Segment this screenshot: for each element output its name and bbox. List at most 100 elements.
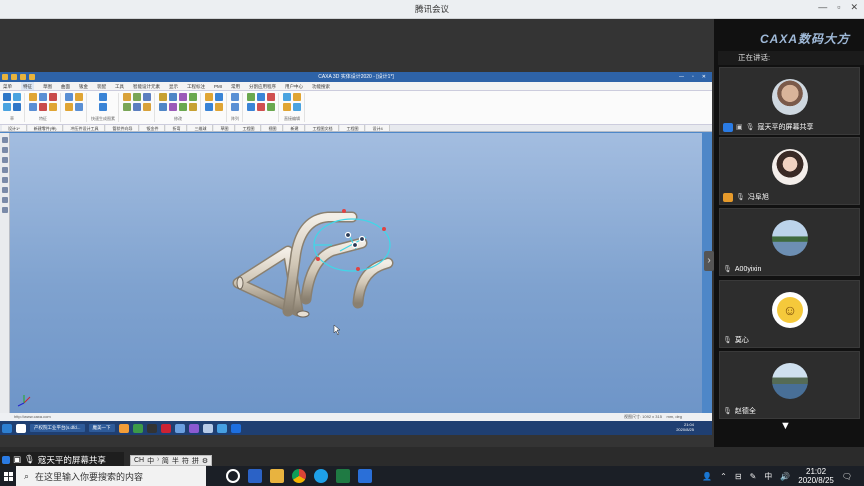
ribbon-tool-icon[interactable] bbox=[123, 103, 131, 111]
ribbon-tool-icon[interactable] bbox=[293, 93, 301, 101]
inner-camera-icon[interactable] bbox=[146, 423, 157, 433]
ribbon-tool-icon[interactable] bbox=[133, 93, 141, 101]
ime-item[interactable]: CH bbox=[134, 457, 144, 464]
ribbon-tool-icon[interactable] bbox=[215, 93, 223, 101]
pipe-model[interactable] bbox=[232, 211, 394, 318]
cad-close-icon[interactable]: ✕ bbox=[702, 72, 706, 82]
ribbon-tool-icon[interactable] bbox=[257, 93, 265, 101]
left-tool-icon[interactable] bbox=[2, 147, 8, 153]
redo-icon[interactable] bbox=[29, 74, 35, 80]
ribbon-tool-icon[interactable] bbox=[3, 103, 11, 111]
user-tray-icon[interactable]: 👤 bbox=[702, 472, 712, 481]
participant-card[interactable]: 🎙 冯阜旭 bbox=[719, 137, 860, 205]
left-tool-icon[interactable] bbox=[2, 177, 8, 183]
doc-tab[interactable]: 管状件向导 bbox=[106, 125, 140, 131]
left-tool-icon[interactable] bbox=[2, 137, 8, 143]
undo-icon[interactable] bbox=[20, 74, 26, 80]
edge-icon[interactable] bbox=[314, 469, 328, 483]
cad-menu-item[interactable]: 工具 bbox=[115, 82, 124, 90]
doc-tab[interactable]: 冲压件设计工具 bbox=[64, 125, 106, 131]
ribbon-tool-icon[interactable] bbox=[293, 103, 301, 111]
ribbon-tool-icon[interactable] bbox=[143, 93, 151, 101]
notification-icon[interactable]: 🗨 bbox=[842, 472, 852, 481]
ribbon-tool-icon[interactable] bbox=[49, 103, 57, 111]
cad-menu-item[interactable]: 菜单 bbox=[3, 82, 12, 90]
ribbon-tool-icon[interactable] bbox=[205, 93, 213, 101]
ime-item[interactable]: 半 bbox=[172, 456, 179, 466]
ribbon-tool-icon[interactable] bbox=[283, 103, 291, 111]
volume-icon[interactable]: 🔊 bbox=[780, 472, 790, 481]
cad-min-icon[interactable]: — bbox=[679, 72, 684, 82]
ribbon-tool-icon[interactable] bbox=[49, 93, 57, 101]
participant-card[interactable]: 🎙 A00yixin bbox=[719, 208, 860, 276]
doc-tab[interactable]: 三维球 bbox=[188, 125, 214, 131]
file-explorer-icon[interactable] bbox=[270, 469, 284, 483]
save-icon[interactable] bbox=[11, 74, 17, 80]
participant-card[interactable]: 🎙 赵德全 bbox=[719, 351, 860, 419]
ribbon-tool-icon[interactable] bbox=[159, 103, 167, 111]
ribbon-tool-icon[interactable] bbox=[267, 93, 275, 101]
minimize-icon[interactable]: — bbox=[818, 2, 827, 13]
ribbon-tool-icon[interactable] bbox=[65, 93, 73, 101]
close-icon[interactable]: ✕ bbox=[850, 2, 858, 13]
cad-menu-item[interactable]: 常用 bbox=[231, 82, 240, 90]
cad-max-icon[interactable]: ▫ bbox=[692, 72, 694, 82]
ime-item[interactable]: 拼 bbox=[192, 456, 199, 466]
network-icon[interactable]: ⊟ bbox=[735, 472, 742, 481]
task-view-icon[interactable] bbox=[226, 469, 240, 483]
cad-menu-item[interactable]: PMI bbox=[214, 82, 222, 90]
cad-menu-item[interactable]: 钣金 bbox=[79, 82, 88, 90]
ribbon-tool-icon[interactable] bbox=[123, 93, 131, 101]
ime-item[interactable]: ⚙ bbox=[202, 457, 208, 465]
doc-tab[interactable]: 钣金件 bbox=[140, 125, 166, 131]
ribbon-tool-icon[interactable] bbox=[99, 93, 107, 101]
inner-taskbar-app[interactable]: 产权院工业平台(s.dfd... bbox=[30, 424, 85, 432]
taskbar-search-box[interactable]: ⌕ 在这里输入你要搜索的内容 bbox=[16, 466, 206, 486]
input-lang[interactable]: 中 bbox=[764, 471, 772, 482]
ime-item[interactable]: 符 bbox=[182, 456, 189, 466]
ribbon-tool-icon[interactable] bbox=[215, 103, 223, 111]
cad-menu-item[interactable]: 用户中心 bbox=[285, 82, 303, 90]
restore-icon[interactable]: ▫ bbox=[837, 2, 840, 13]
participant-card[interactable]: ▣ 🎙 寇天平的屏幕共享 bbox=[719, 67, 860, 135]
cad-menu-item[interactable]: 显示 bbox=[169, 82, 178, 90]
doc-tab[interactable]: 工程图文档 bbox=[306, 125, 340, 131]
ime-toolbar[interactable]: CH 中 ⁾ 简半符拼 ⚙ bbox=[130, 455, 213, 466]
ribbon-tool-icon[interactable] bbox=[29, 93, 37, 101]
pen-icon[interactable]: ✎ bbox=[750, 472, 757, 481]
chrome-icon[interactable] bbox=[292, 469, 306, 483]
cad-menu-item[interactable]: 曲面 bbox=[61, 82, 70, 90]
inner-taskbar-item2[interactable]: 魔美一下 bbox=[88, 424, 115, 432]
ribbon-tool-icon[interactable] bbox=[39, 93, 47, 101]
ribbon-tool-icon[interactable] bbox=[75, 93, 83, 101]
doc-tab[interactable]: 视图 bbox=[262, 125, 284, 131]
inner-start-icon[interactable] bbox=[2, 423, 12, 433]
cad-3d-viewport[interactable] bbox=[10, 133, 702, 413]
ribbon-tool-icon[interactable] bbox=[29, 103, 37, 111]
cad-menu-item[interactable]: 特征 bbox=[21, 82, 34, 90]
ime-item[interactable]: ⁾ bbox=[157, 457, 159, 465]
inner-app3-icon[interactable] bbox=[188, 423, 199, 433]
doc-tab[interactable]: 设计1* bbox=[2, 125, 27, 131]
system-clock[interactable]: 21:02 2020/8/25 bbox=[798, 467, 834, 485]
ribbon-tool-icon[interactable] bbox=[189, 103, 197, 111]
ribbon-tool-icon[interactable] bbox=[39, 103, 47, 111]
ime-item[interactable]: 简 bbox=[162, 456, 169, 466]
doc-tab[interactable]: 草图 bbox=[214, 125, 236, 131]
chevron-up-icon[interactable]: ⌃ bbox=[720, 472, 727, 481]
doc-tab[interactable]: 工程图 bbox=[236, 125, 262, 131]
panel-toggle-handle[interactable]: › bbox=[704, 251, 714, 271]
ribbon-tool-icon[interactable] bbox=[231, 93, 239, 101]
ribbon-tool-icon[interactable] bbox=[179, 103, 187, 111]
inner-explorer-icon[interactable] bbox=[118, 423, 129, 433]
left-tool-icon[interactable] bbox=[2, 157, 8, 163]
inner-app2-icon[interactable] bbox=[174, 423, 185, 433]
ribbon-tool-icon[interactable] bbox=[75, 103, 83, 111]
ribbon-tool-icon[interactable] bbox=[189, 93, 197, 101]
quick-access-icon[interactable] bbox=[2, 74, 8, 80]
left-tool-icon[interactable] bbox=[2, 167, 8, 173]
cad-menu-item[interactable]: 工程标注 bbox=[187, 82, 205, 90]
ribbon-tool-icon[interactable] bbox=[179, 93, 187, 101]
inner-app5-icon[interactable] bbox=[216, 423, 227, 433]
ribbon-tool-icon[interactable] bbox=[143, 103, 151, 111]
